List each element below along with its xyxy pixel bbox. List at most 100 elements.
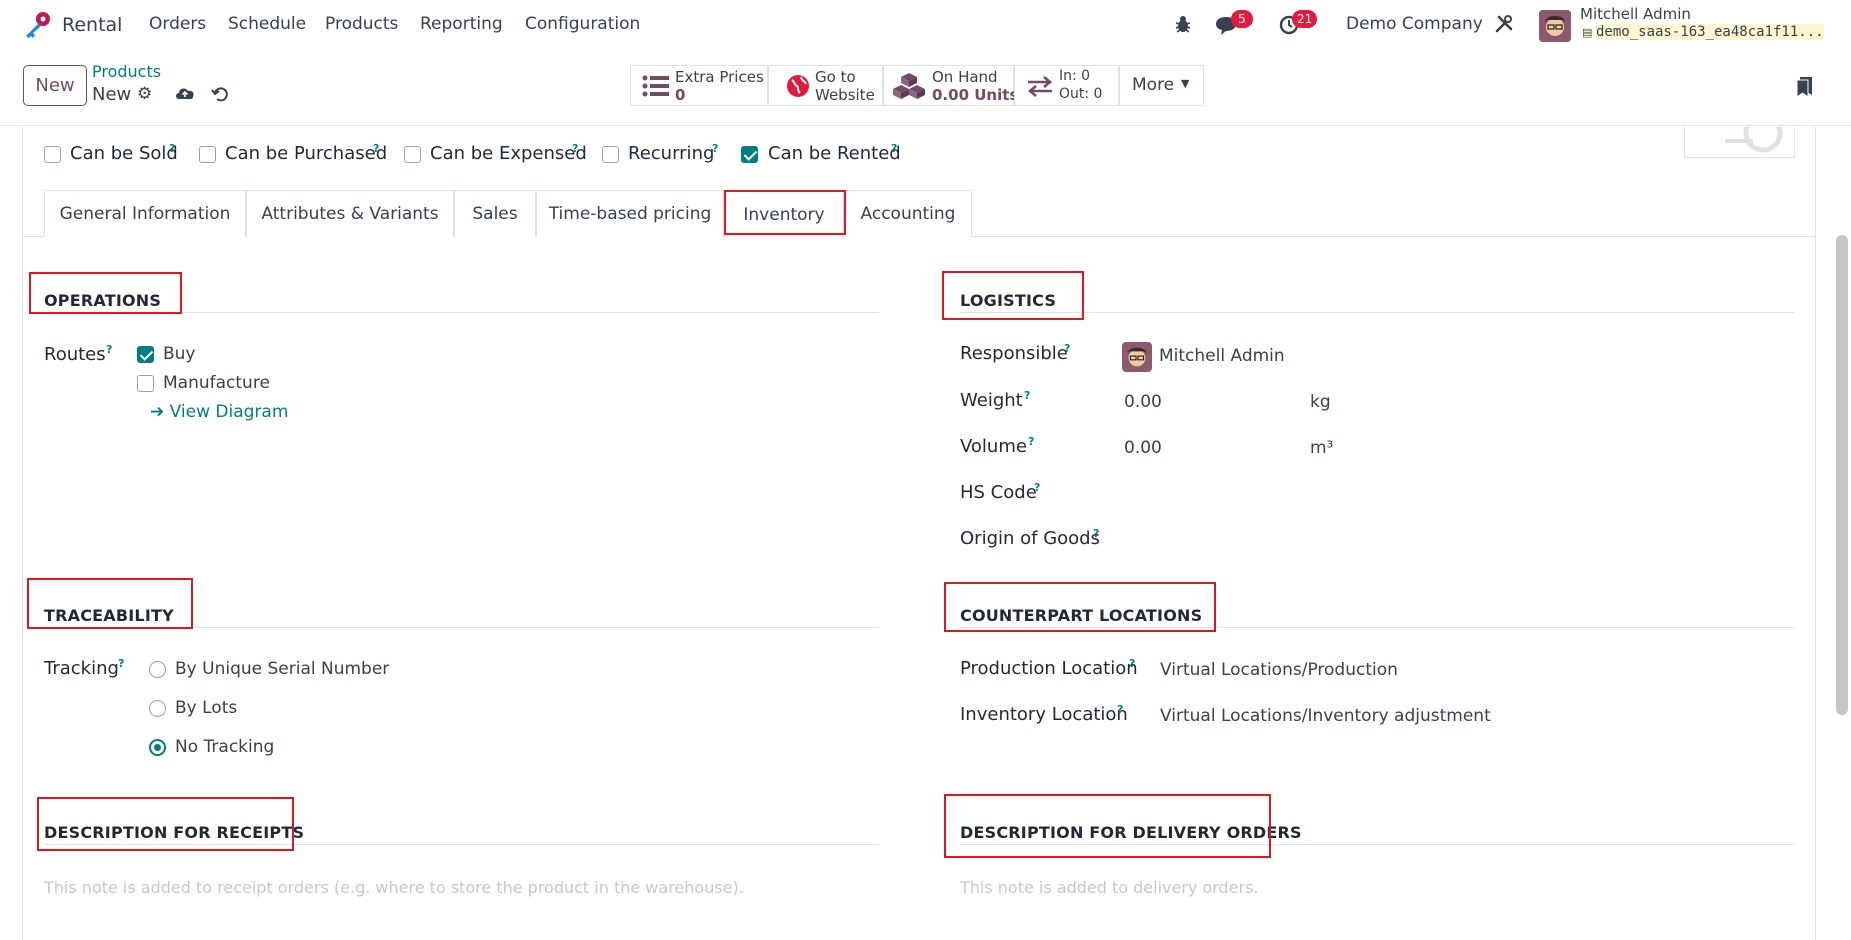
route-buy-checkbox[interactable] — [137, 346, 154, 363]
tracking-lots-label: By Lots — [175, 698, 238, 718]
outgoing-count: Out: 0 — [1059, 86, 1103, 102]
route-buy-label: Buy — [163, 344, 196, 364]
weight-input[interactable]: 0.00 — [1124, 392, 1162, 412]
weight-label: Weight — [960, 390, 1023, 411]
bookmark-icon[interactable] — [1796, 76, 1814, 98]
help-tooltip-icon[interactable]: ? — [1034, 481, 1040, 494]
website-label-line2: Website — [815, 86, 875, 104]
routes-label: Routes — [44, 344, 106, 365]
highlight-box-traceability — [27, 578, 193, 629]
database-name: demo_saas-163_ea48ca1f11... — [1596, 24, 1824, 40]
delivery-note-input[interactable]: This note is added to delivery orders. — [960, 878, 1259, 897]
nav-orders[interactable]: Orders — [149, 14, 206, 34]
tools-icon[interactable] — [1494, 14, 1514, 34]
user-avatar-face-icon — [1539, 10, 1571, 42]
can-be-purchased-checkbox[interactable] — [199, 146, 216, 163]
help-tooltip-icon[interactable]: ? — [1117, 703, 1123, 716]
help-tooltip-icon[interactable]: ? — [373, 142, 379, 155]
messages-badge: 5 — [1231, 10, 1253, 28]
origin-of-goods-input[interactable] — [1124, 524, 1784, 552]
rental-key-icon[interactable] — [22, 11, 52, 39]
can-be-sold-checkbox[interactable] — [44, 146, 61, 163]
tab-attributes-variants[interactable]: Attributes & Variants — [246, 190, 454, 237]
go-to-website-button[interactable]: Go to Website — [768, 65, 883, 106]
bug-icon[interactable] — [1173, 14, 1193, 34]
tracking-lots-radio[interactable] — [149, 700, 166, 717]
nav-reporting[interactable]: Reporting — [420, 14, 503, 34]
route-manufacture-label: Manufacture — [163, 373, 270, 393]
highlight-box-inventory-tab — [724, 190, 846, 235]
extra-prices-button[interactable]: Extra Prices 0 — [630, 65, 768, 106]
highlight-box-description-receipts — [37, 797, 294, 851]
more-dropdown[interactable]: More ▼ — [1119, 65, 1204, 106]
user-name[interactable]: Mitchell Admin — [1580, 5, 1691, 23]
help-tooltip-icon[interactable]: ? — [169, 142, 175, 155]
globe-icon — [787, 75, 809, 97]
view-diagram-link[interactable]: ➔ View Diagram — [150, 402, 288, 422]
hs-code-input[interactable] — [1124, 478, 1784, 506]
help-tooltip-icon[interactable]: ? — [1129, 657, 1135, 670]
help-tooltip-icon[interactable]: ? — [712, 142, 718, 155]
nav-products[interactable]: Products — [325, 14, 398, 34]
company-switcher[interactable]: Demo Company — [1346, 14, 1483, 34]
gear-icon[interactable]: ⚙ — [137, 84, 152, 104]
on-hand-button[interactable]: On Hand 0.00 Units — [883, 65, 1018, 106]
volume-unit: m³ — [1310, 438, 1334, 458]
origin-of-goods-label: Origin of Goods — [960, 528, 1100, 549]
responsible-avatar — [1122, 342, 1152, 372]
tracking-none-label: No Tracking — [175, 737, 275, 757]
inventory-location-label: Inventory Location — [960, 704, 1128, 725]
tracking-serial-label: By Unique Serial Number — [175, 659, 390, 679]
extra-prices-label: Extra Prices — [675, 68, 764, 86]
user-avatar[interactable] — [1539, 10, 1571, 42]
responsible-avatar-face-icon — [1122, 342, 1152, 372]
production-location-value[interactable]: Virtual Locations/Production — [1160, 660, 1398, 680]
product-image-field[interactable] — [1684, 127, 1795, 158]
highlight-box-counterpart-locations — [944, 582, 1216, 632]
recurring-checkbox[interactable] — [602, 146, 619, 163]
extra-prices-value: 0 — [675, 86, 686, 104]
route-manufacture-checkbox[interactable] — [137, 375, 154, 392]
app-name[interactable]: Rental — [62, 14, 122, 36]
help-tooltip-icon[interactable]: ? — [1024, 389, 1030, 402]
help-tooltip-icon[interactable]: ? — [1093, 527, 1099, 540]
new-button[interactable]: New — [23, 65, 87, 106]
discard-undo-icon[interactable] — [211, 85, 229, 103]
highlight-box-operations — [29, 272, 182, 314]
receipts-note-input[interactable]: This note is added to receipt orders (e.… — [44, 878, 744, 897]
tab-sales[interactable]: Sales — [454, 190, 536, 237]
incoming-count: In: 0 — [1059, 68, 1091, 84]
cloud-save-icon[interactable] — [174, 84, 196, 102]
recurring-label: Recurring — [628, 143, 715, 164]
help-tooltip-icon[interactable]: ? — [106, 343, 112, 356]
tab-time-based-pricing[interactable]: Time-based pricing — [536, 190, 724, 237]
inventory-location-value[interactable]: Virtual Locations/Inventory adjustment — [1160, 706, 1491, 726]
caret-down-icon: ▼ — [1181, 77, 1190, 90]
weight-unit: kg — [1310, 392, 1331, 412]
help-tooltip-icon[interactable]: ? — [118, 657, 124, 670]
in-out-button[interactable]: In: 0 Out: 0 — [1014, 65, 1119, 106]
nav-configuration[interactable]: Configuration — [525, 14, 640, 34]
on-hand-value: 0.00 Units — [932, 86, 1019, 104]
responsible-value[interactable]: Mitchell Admin — [1159, 346, 1285, 366]
help-tooltip-icon[interactable]: ? — [572, 142, 578, 155]
breadcrumb-products[interactable]: Products — [92, 62, 161, 81]
help-tooltip-icon[interactable]: ? — [1028, 435, 1034, 448]
volume-input[interactable]: 0.00 — [1124, 438, 1162, 458]
production-location-label: Production Location — [960, 658, 1138, 679]
can-be-sold-label: Can be Sold — [70, 143, 178, 164]
help-tooltip-icon[interactable]: ? — [891, 142, 897, 155]
can-be-expensed-checkbox[interactable] — [404, 146, 421, 163]
page-scrollbar[interactable] — [1836, 235, 1848, 715]
tracking-serial-radio[interactable] — [149, 661, 166, 678]
tab-general-information[interactable]: General Information — [44, 190, 246, 237]
top-navbar: Rental Orders Schedule Products Reportin… — [0, 0, 1851, 52]
can-be-rented-checkbox[interactable] — [741, 146, 758, 163]
volume-label: Volume — [960, 436, 1027, 457]
tab-accounting[interactable]: Accounting — [844, 190, 972, 237]
on-hand-label: On Hand — [932, 68, 998, 86]
nav-schedule[interactable]: Schedule — [228, 14, 306, 34]
database-icon: ▤ — [1582, 26, 1593, 39]
tracking-none-radio[interactable] — [149, 739, 166, 756]
help-tooltip-icon[interactable]: ? — [1064, 342, 1070, 355]
